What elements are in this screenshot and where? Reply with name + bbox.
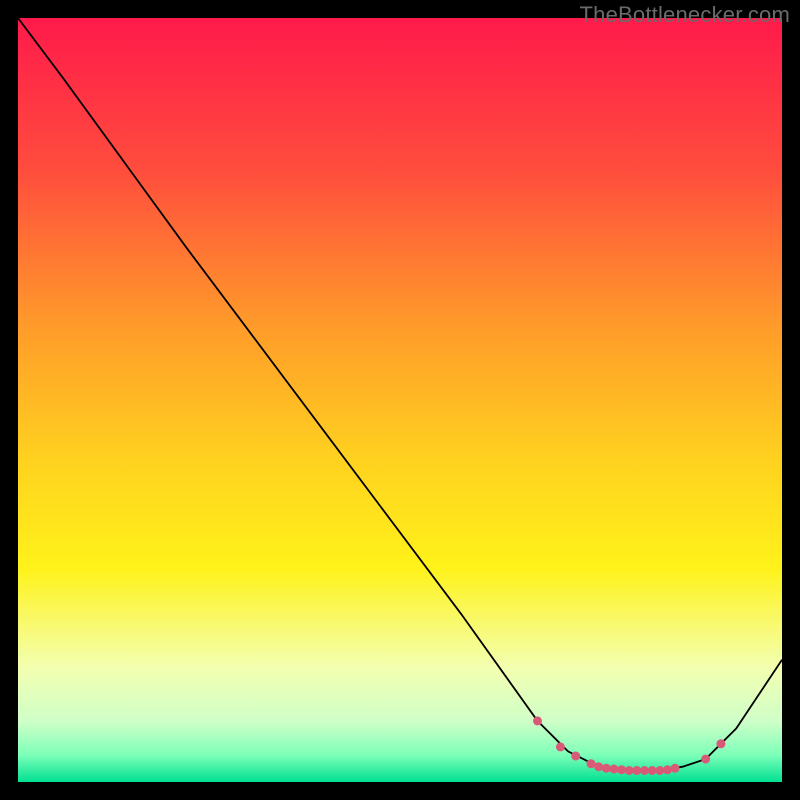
highlight-point	[655, 766, 664, 775]
highlight-point	[533, 716, 542, 725]
plot-area	[18, 18, 782, 782]
highlight-point	[632, 766, 641, 775]
highlight-point	[602, 764, 611, 773]
chart-frame: TheBottlenecker.com	[0, 0, 800, 800]
chart-svg	[18, 18, 782, 782]
highlight-point	[701, 755, 710, 764]
gradient-background	[18, 18, 782, 782]
watermark-text: TheBottlenecker.com	[580, 2, 790, 28]
highlight-point	[671, 764, 680, 773]
highlight-point	[648, 766, 657, 775]
highlight-point	[609, 765, 618, 774]
highlight-point	[663, 765, 672, 774]
highlight-point	[617, 765, 626, 774]
highlight-point	[716, 739, 725, 748]
highlight-point	[556, 742, 565, 751]
highlight-point	[571, 752, 580, 761]
highlight-point	[594, 762, 603, 771]
